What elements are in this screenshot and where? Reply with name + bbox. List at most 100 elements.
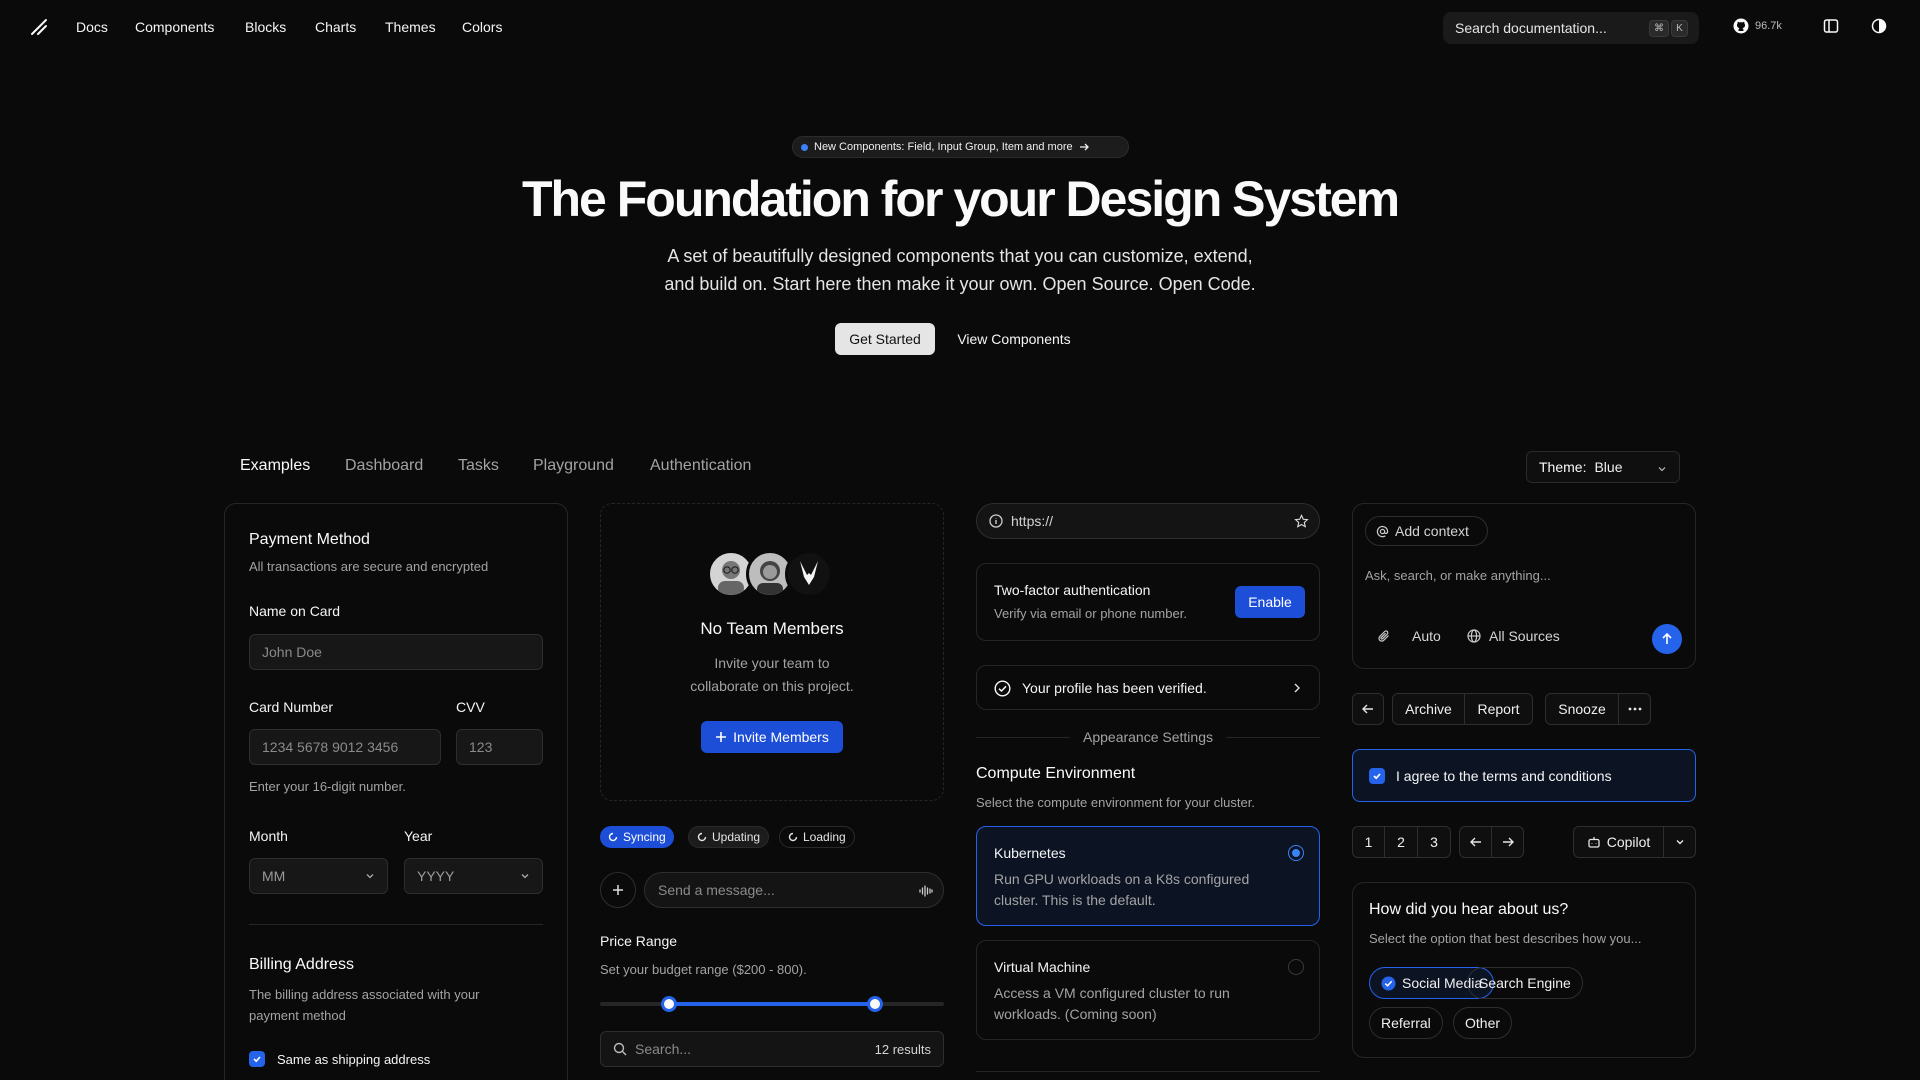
paperclip-icon[interactable] xyxy=(1377,629,1391,643)
nav-charts[interactable]: Charts xyxy=(315,19,356,35)
get-started-button[interactable]: Get Started xyxy=(835,323,935,355)
view-components-button[interactable]: View Components xyxy=(945,323,1083,355)
nav-docs[interactable]: Docs xyxy=(76,19,108,35)
search-results-count: 12 results xyxy=(874,1042,931,1057)
terms-label: I agree to the terms and conditions xyxy=(1396,768,1612,784)
two-factor-title: Two-factor authentication xyxy=(994,582,1151,598)
survey-description: Select the option that best describes ho… xyxy=(1369,931,1642,946)
separator-line xyxy=(1226,737,1320,738)
arrow-left-icon xyxy=(1362,704,1373,714)
add-context-button[interactable]: Add context xyxy=(1365,516,1488,546)
spinner-icon xyxy=(697,832,707,842)
page-button-3[interactable]: 3 xyxy=(1417,826,1451,858)
send-button[interactable] xyxy=(1652,624,1682,654)
github-stars: 96.7k xyxy=(1755,20,1782,32)
search-icon xyxy=(613,1042,627,1056)
month-select[interactable]: MM xyxy=(249,858,388,894)
bot-icon xyxy=(1588,837,1600,848)
price-range-min-thumb[interactable] xyxy=(660,996,677,1012)
mode-select[interactable]: Auto xyxy=(1412,628,1441,644)
survey-option-label: Search Engine xyxy=(1479,975,1571,991)
same-as-shipping-label: Same as shipping address xyxy=(277,1052,431,1067)
year-placeholder: YYYY xyxy=(417,868,455,884)
empty-state-title: No Team Members xyxy=(700,619,844,638)
compute-option-line2: cluster. This is the default. xyxy=(994,892,1156,908)
snooze-button[interactable]: Snooze xyxy=(1545,693,1619,725)
site-logo[interactable] xyxy=(30,18,48,36)
compute-option-kubernetes[interactable]: Kubernetes Run GPU workloads on a K8s co… xyxy=(976,826,1320,926)
survey-option-other[interactable]: Other xyxy=(1453,1007,1513,1039)
tab-dashboard[interactable]: Dashboard xyxy=(345,457,423,475)
price-range-slider[interactable] xyxy=(600,996,944,1012)
sources-select[interactable]: All Sources xyxy=(1489,628,1560,644)
survey-option-search-engine[interactable]: Search Engine xyxy=(1467,967,1583,999)
nav-themes[interactable]: Themes xyxy=(385,19,436,35)
same-as-shipping-checkbox[interactable] xyxy=(249,1051,265,1067)
docs-search-button[interactable]: Search documentation... ⌘ K xyxy=(1443,12,1699,44)
search-field[interactable]: Search... 12 results xyxy=(600,1031,944,1067)
chevron-down-icon xyxy=(1657,464,1667,474)
spinner-icon xyxy=(788,832,798,842)
two-factor-item: Two-factor authentication Verify via ema… xyxy=(976,563,1320,641)
card-number-input[interactable]: 1234 5678 9012 3456 xyxy=(249,729,441,765)
chevron-right-icon xyxy=(1292,682,1302,694)
github-link[interactable]: 96.7k xyxy=(1733,18,1782,34)
nav-colors[interactable]: Colors xyxy=(462,19,502,35)
arrow-left-icon xyxy=(1469,837,1481,847)
tab-examples[interactable]: Examples xyxy=(240,457,310,475)
tab-playground[interactable]: Playground xyxy=(533,457,614,475)
survey-option-label: Referral xyxy=(1381,1015,1431,1031)
copilot-button[interactable]: Copilot xyxy=(1573,826,1664,858)
cvv-input[interactable]: 123 xyxy=(456,729,543,765)
at-sign-icon xyxy=(1376,525,1389,537)
tab-tasks[interactable]: Tasks xyxy=(458,457,499,475)
arrow-right-icon xyxy=(1502,837,1514,847)
layout-toggle-icon[interactable] xyxy=(1823,18,1839,34)
audio-waveform-icon[interactable] xyxy=(919,884,933,898)
compute-option-line1: Run GPU workloads on a K8s configured xyxy=(994,871,1250,887)
terms-field[interactable]: I agree to the terms and conditions xyxy=(1352,749,1696,802)
add-attachment-button[interactable] xyxy=(600,872,636,908)
archive-button[interactable]: Archive xyxy=(1392,693,1465,725)
check-circle-icon xyxy=(1381,976,1396,990)
tab-authentication[interactable]: Authentication xyxy=(650,457,751,475)
theme-select[interactable]: Theme: Blue xyxy=(1526,451,1680,483)
announcement-badge[interactable]: New Components: Field, Input Group, Item… xyxy=(792,136,1129,158)
page-button-1[interactable]: 1 xyxy=(1352,826,1385,858)
next-page-button[interactable] xyxy=(1491,826,1524,858)
more-options-button[interactable] xyxy=(1618,693,1651,725)
survey-option-referral[interactable]: Referral xyxy=(1369,1007,1443,1039)
copilot-label: Copilot xyxy=(1606,834,1651,850)
cvv-placeholder: 123 xyxy=(469,739,493,755)
page-button-2[interactable]: 2 xyxy=(1384,826,1418,858)
invite-members-button[interactable]: Invite Members xyxy=(701,721,843,753)
terms-checkbox[interactable] xyxy=(1369,768,1385,784)
hero-title: The Foundation for your Design System xyxy=(521,171,1400,227)
docs-search-placeholder: Search documentation... xyxy=(1455,20,1607,36)
year-select[interactable]: YYYY xyxy=(404,858,543,894)
globe-icon xyxy=(1467,629,1481,643)
price-range-max-thumb[interactable] xyxy=(867,996,884,1012)
compute-option-virtual-machine[interactable]: Virtual Machine Access a VM configured c… xyxy=(976,940,1320,1040)
url-input[interactable]: https:// xyxy=(976,503,1320,539)
profile-verified-text: Your profile has been verified. xyxy=(1022,680,1207,696)
nav-blocks[interactable]: Blocks xyxy=(245,19,286,35)
prompt-input-placeholder[interactable]: Ask, search, or make anything... xyxy=(1365,568,1551,583)
radio-selected[interactable] xyxy=(1288,845,1304,861)
profile-verified-item[interactable]: Your profile has been verified. xyxy=(976,665,1320,710)
star-icon[interactable] xyxy=(1294,514,1309,529)
previous-page-button[interactable] xyxy=(1459,826,1492,858)
compute-option-line2: workloads. (Coming soon) xyxy=(994,1006,1157,1022)
name-on-card-input[interactable]: John Doe xyxy=(249,634,543,670)
back-button[interactable] xyxy=(1352,693,1384,725)
compute-option-title: Virtual Machine xyxy=(994,959,1091,975)
billing-description-line2: payment method xyxy=(249,1008,346,1023)
nav-components[interactable]: Components xyxy=(135,19,214,35)
radio-unselected[interactable] xyxy=(1288,959,1304,975)
enable-button[interactable]: Enable xyxy=(1235,586,1305,618)
report-button[interactable]: Report xyxy=(1464,693,1533,725)
message-input[interactable]: Send a message... xyxy=(644,872,944,908)
survey-option-label: Other xyxy=(1465,1015,1501,1031)
theme-toggle-icon[interactable] xyxy=(1871,18,1887,34)
copilot-dropdown-button[interactable] xyxy=(1663,826,1696,858)
